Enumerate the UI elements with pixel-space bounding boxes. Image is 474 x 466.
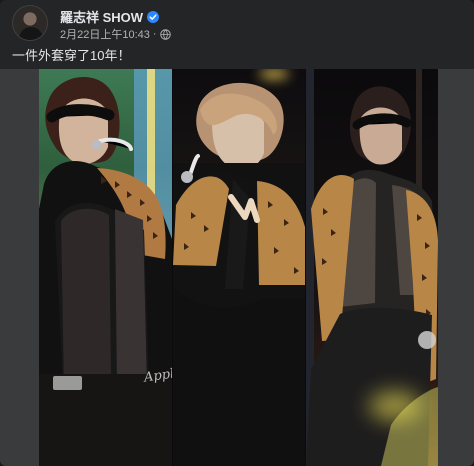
author-avatar[interactable] — [12, 5, 48, 41]
author-row: 羅志祥 SHOW — [60, 7, 160, 26]
post-meta: 2月22日上午10:43 · — [60, 26, 171, 42]
author-name[interactable]: 羅志祥 SHOW — [60, 7, 143, 26]
post-timestamp[interactable]: 2月22日上午10:43 — [60, 26, 150, 42]
facebook-post-card: 羅志祥 SHOW 2月22日上午10:43 · 一件外套穿了10年！ Apple — [0, 0, 474, 466]
stage-light — [259, 69, 289, 79]
globe-icon[interactable] — [159, 28, 171, 40]
stage-light-right — [369, 391, 421, 421]
performer-center-figure — [173, 82, 305, 466]
photo-collage: Apple — [39, 69, 438, 466]
meta-separator: · — [152, 28, 157, 40]
post-caption: 一件外套穿了10年！ — [12, 48, 131, 63]
post-photo[interactable]: Apple — [0, 69, 474, 466]
performer-left-figure — [39, 69, 172, 466]
photo-panel-center — [173, 69, 305, 466]
verified-icon — [147, 10, 160, 23]
photo-panel-left: Apple — [39, 69, 172, 466]
